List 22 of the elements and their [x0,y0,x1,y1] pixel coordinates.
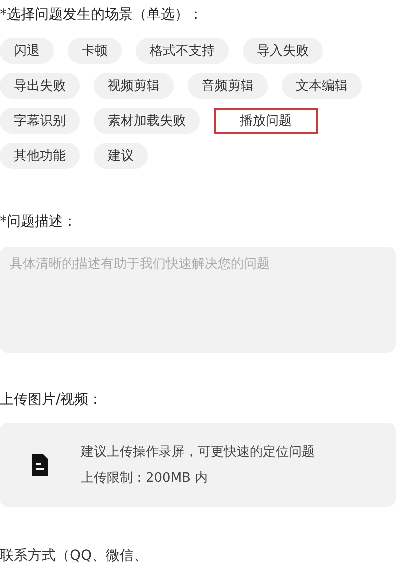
scene-chip[interactable]: 播放问题 [214,108,318,134]
scene-label: *选择问题发生的场景（单选）： [0,6,203,24]
scene-chip[interactable]: 建议 [94,143,148,169]
description-label: *问题描述： [0,213,77,231]
upload-limit: 上传限制：200MB 内 [81,470,208,487]
document-icon [31,453,49,477]
upload-hint: 建议上传操作录屏，可更快速的定位问题 [81,444,315,461]
scene-chip[interactable]: 音频剪辑 [188,73,268,99]
upload-area[interactable]: 建议上传操作录屏，可更快速的定位问题 上传限制：200MB 内 [0,423,396,507]
scene-chip[interactable]: 字幕识别 [0,108,80,134]
scene-chip[interactable]: 卡顿 [68,38,122,64]
scene-chip[interactable]: 视频剪辑 [94,73,174,99]
scene-chip[interactable]: 其他功能 [0,143,80,169]
upload-label: 上传图片/视频： [0,391,103,409]
scene-chip[interactable]: 格式不支持 [136,38,229,64]
scene-chip[interactable]: 素材加载失败 [94,108,200,134]
scene-chip[interactable]: 闪退 [0,38,54,64]
scene-chip[interactable]: 文本编辑 [282,73,362,99]
contact-label: 联系方式（QQ、微信、 [0,547,148,565]
description-field[interactable]: 具体清晰的描述有助于我们快速解决您的问题 [0,247,396,353]
scene-chip[interactable]: 导出失败 [0,73,80,99]
scene-chip[interactable]: 导入失败 [243,38,323,64]
